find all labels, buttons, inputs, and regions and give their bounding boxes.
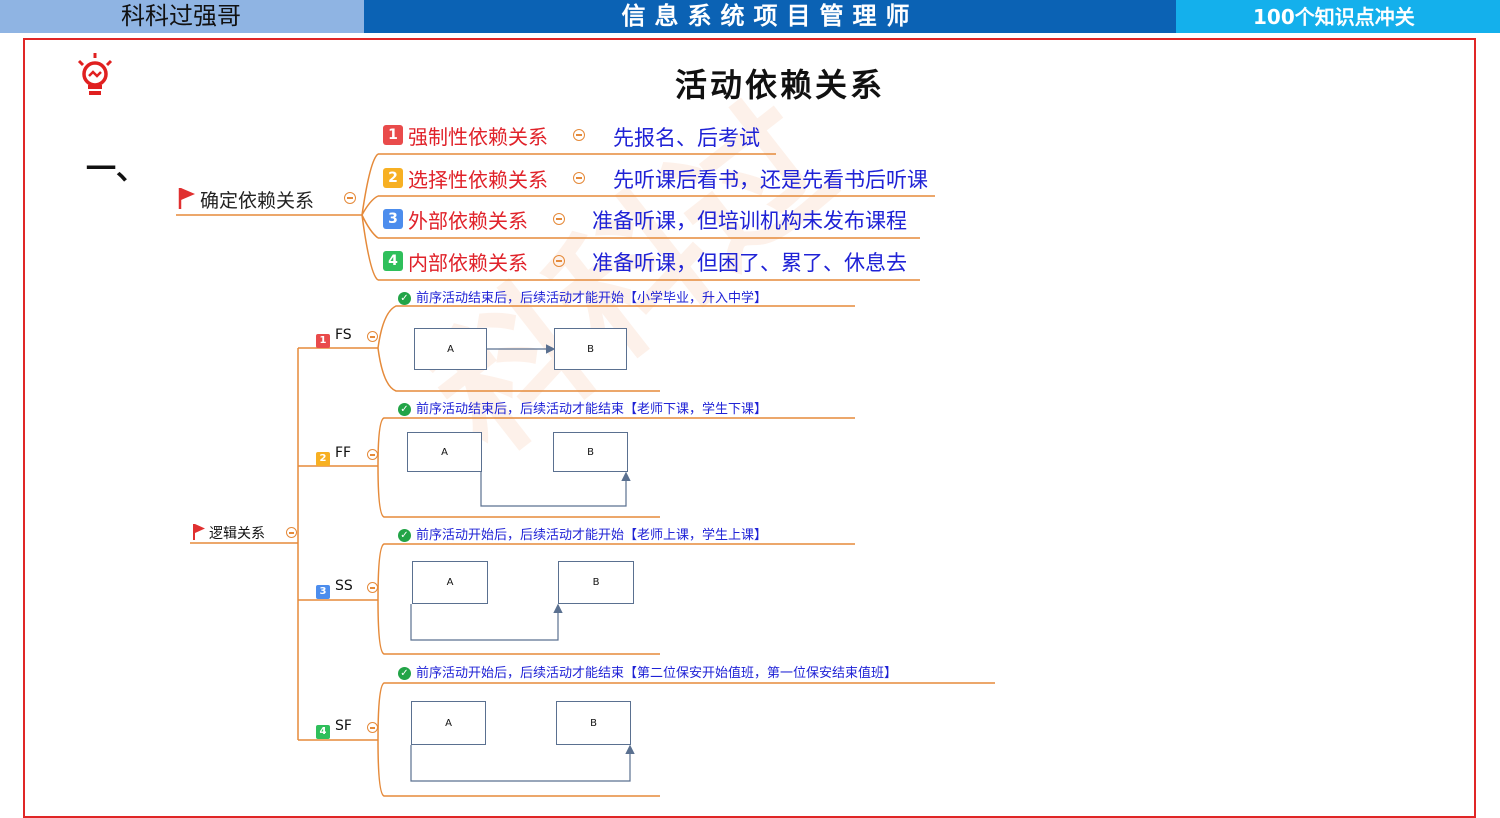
desc-text: 前序活动开始后，后续活动才能结束【第二位保安开始值班，第一位保安结束值班】 [416,666,898,681]
dependency-root: 确定依赖关系 [178,186,314,214]
dependency-item-1: 1 强制性依赖关系 [383,124,548,149]
item-label: 选择性依赖关系 [408,168,548,192]
collapse-icon[interactable] [367,582,378,593]
check-icon: ✓ [398,292,411,305]
dependency-item-4: 4 内部依赖关系 [383,250,528,275]
item-label: FF [335,445,352,461]
dependency-item-2: 2 选择性依赖关系 [383,167,548,192]
item-label: 外部依赖关系 [408,209,528,233]
flag-icon [178,186,196,214]
item-number: 3 [383,209,403,229]
item-number: 1 [316,334,330,348]
activity-box-a: A [411,701,486,745]
activity-box-b: B [554,328,627,370]
logic-root-label: 逻辑关系 [209,526,265,542]
item-note: 先听课后看书，还是先看书后听课 [613,168,928,192]
desc-text: 前序活动开始后，后续活动才能开始【老师上课，学生上课】 [416,528,768,543]
item-note: 准备听课，但培训机构未发布课程 [592,209,907,233]
logic-item-sf: 4 SF [316,718,352,739]
activity-box-a: A [407,432,482,472]
activity-box-b: B [558,561,634,604]
activity-box-b: B [556,701,631,745]
check-icon: ✓ [398,403,411,416]
item-note: 先报名、后考试 [613,126,760,150]
check-icon: ✓ [398,529,411,542]
flag-icon [192,523,206,545]
collapse-icon[interactable] [553,213,565,225]
logic-root: 逻辑关系 [192,523,265,545]
activity-box-a: A [414,328,487,370]
item-number: 3 [316,585,330,599]
check-icon: ✓ [398,667,411,680]
item-number: 2 [316,452,330,466]
logic-desc-sf: ✓ 前序活动开始后，后续活动才能结束【第二位保安开始值班，第一位保安结束值班】 [398,662,897,681]
collapse-icon[interactable] [286,527,297,538]
collapse-icon[interactable] [367,722,378,733]
logic-desc-fs: ✓ 前序活动结束后，后续活动才能开始【小学毕业，升入中学】 [398,287,767,306]
item-number: 1 [383,125,403,145]
logic-item-ff: 2 FF [316,445,351,466]
item-number: 4 [383,251,403,271]
item-note: 准备听课，但困了、累了、休息去 [592,251,907,275]
item-label: 强制性依赖关系 [408,125,548,149]
collapse-icon[interactable] [573,129,585,141]
logic-desc-ss: ✓ 前序活动开始后，后续活动才能开始【老师上课，学生上课】 [398,524,767,543]
logic-item-ss: 3 SS [316,578,353,599]
collapse-icon[interactable] [573,172,585,184]
item-number: 4 [316,725,330,739]
collapse-icon[interactable] [367,449,378,460]
activity-box-a: A [412,561,488,604]
item-label: FS [335,327,352,343]
collapse-icon[interactable] [344,192,356,204]
collapse-icon[interactable] [553,255,565,267]
dependency-item-3: 3 外部依赖关系 [383,208,528,233]
desc-text: 前序活动结束后，后续活动才能结束【老师下课，学生下课】 [416,402,768,417]
dependency-root-label: 确定依赖关系 [200,190,315,212]
desc-text: 前序活动结束后，后续活动才能开始【小学毕业，升入中学】 [416,291,768,306]
item-label: SF [335,718,352,734]
item-number: 2 [383,168,403,188]
logic-item-fs: 1 FS [316,327,352,348]
item-label: 内部依赖关系 [408,251,528,275]
item-label: SS [335,578,353,594]
activity-box-b: B [553,432,628,472]
collapse-icon[interactable] [367,331,378,342]
logic-desc-ff: ✓ 前序活动结束后，后续活动才能结束【老师下课，学生下课】 [398,398,767,417]
